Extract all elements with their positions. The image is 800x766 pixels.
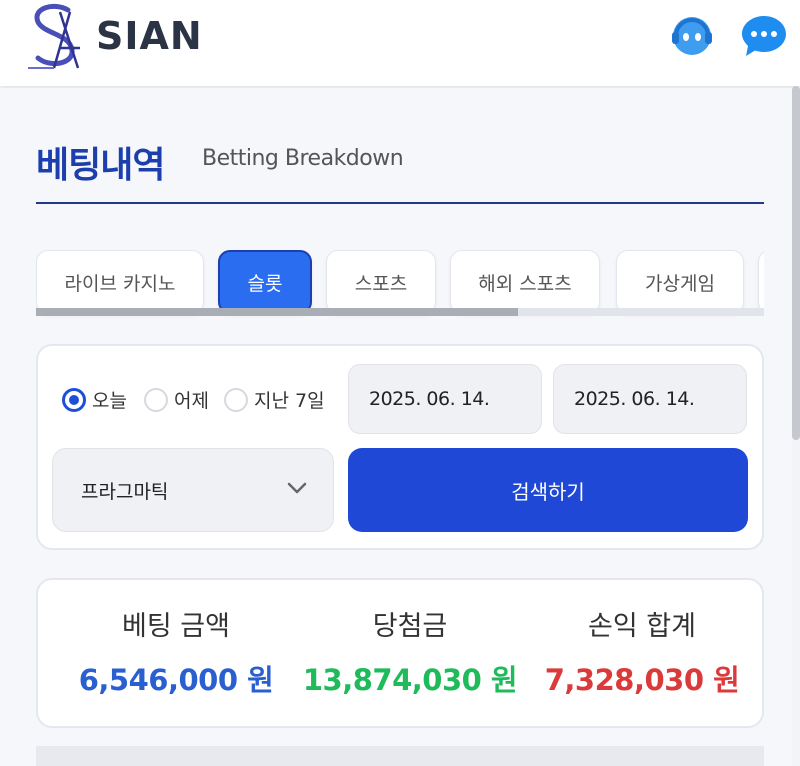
start-date-field[interactable]: 2025. 06. 14. [348,364,542,434]
results-list-top [36,746,764,766]
win-amount-summary: 당첨금 13,874,030 원 [290,604,530,699]
title-divider [36,202,764,204]
brand-name: SIAN [96,14,203,58]
period-label-last7: 지난 7일 [254,390,325,412]
win-amount-value: 13,874,030 원 [302,663,518,697]
search-button[interactable]: 검색하기 [348,448,748,532]
period-radio-today[interactable]: 오늘 [62,386,127,413]
radio-checked-icon [62,387,86,412]
app-header: SIAN [0,0,800,86]
bet-amount-label: 베팅 금액 [122,611,230,642]
support-agent-icon[interactable] [668,12,716,60]
period-label-yesterday: 어제 [174,390,209,412]
radio-unchecked-icon [144,387,168,412]
profit-label: 손익 합계 [588,611,696,642]
provider-select-value: 프라그마틱 [81,480,169,503]
tabs-scrollbar[interactable] [36,308,764,316]
tab-overseas-sports[interactable]: 해외 스포츠 [450,250,600,314]
bet-amount-value: 6,546,000 원 [78,663,274,697]
radio-unchecked-icon [224,387,248,412]
tab-live-casino[interactable]: 라이브 카지노 [36,250,204,314]
chevron-down-icon [287,482,307,494]
page-scrollbar[interactable] [792,86,800,440]
provider-select[interactable]: 프라그마틱 [52,448,334,532]
tab-more[interactable] [758,250,764,314]
period-radio-yesterday[interactable]: 어제 [144,386,209,413]
period-radio-last7[interactable]: 지난 7일 [224,386,325,413]
profit-summary: 손익 합계 7,328,030 원 [522,604,762,699]
page-title: 베팅내역 [36,145,165,186]
chat-bubble-icon[interactable] [740,12,788,60]
tab-sports[interactable]: 스포츠 [326,250,436,314]
period-label-today: 오늘 [92,390,127,412]
tabs-scrollbar-thumb[interactable] [36,308,518,316]
bet-amount-summary: 베팅 금액 6,546,000 원 [56,604,296,699]
win-amount-label: 당첨금 [372,611,448,642]
profit-value: 7,328,030 원 [544,663,740,697]
tab-slot[interactable]: 슬롯 [218,250,312,314]
sian-logo-icon[interactable] [24,2,94,72]
end-date-field[interactable]: 2025. 06. 14. [553,364,747,434]
tab-virtual-game[interactable]: 가상게임 [616,250,744,314]
page-subtitle: Betting Breakdown [202,146,404,171]
